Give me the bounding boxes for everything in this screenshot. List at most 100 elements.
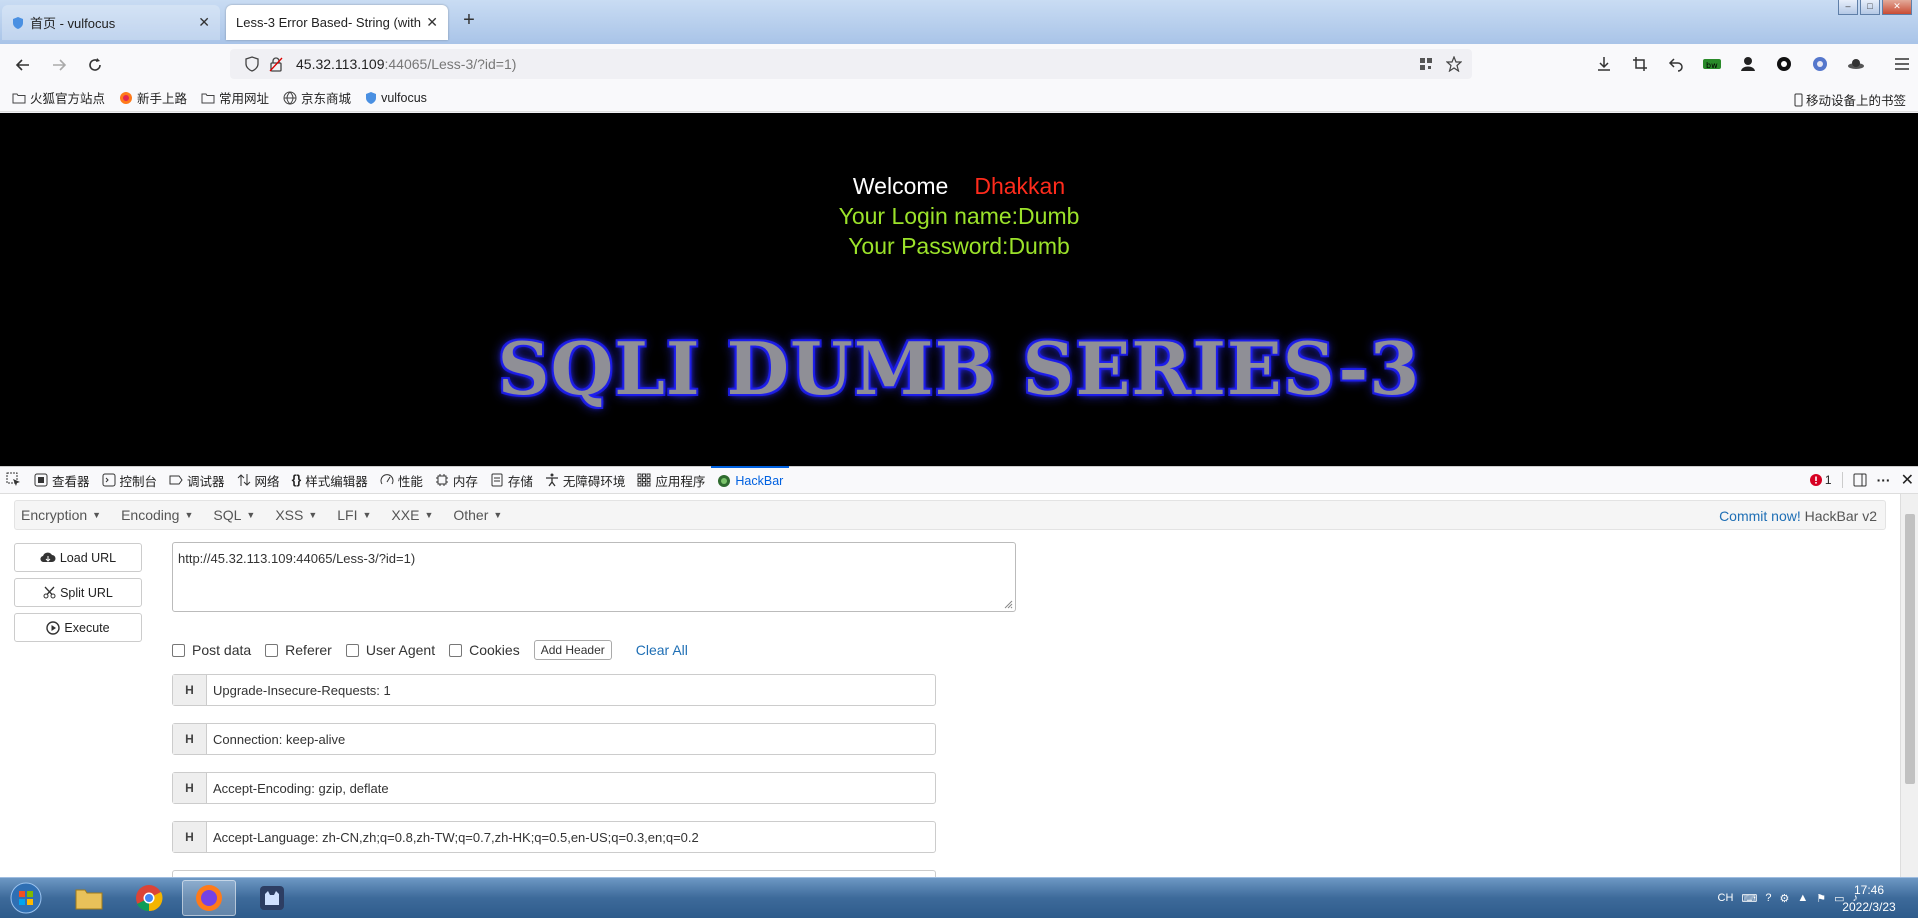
user-agent-checkbox[interactable] — [345, 643, 359, 657]
hackbar-scrollbar[interactable] — [1900, 494, 1918, 877]
extension-circle-icon[interactable] — [1772, 52, 1796, 76]
start-button[interactable] — [4, 880, 48, 916]
close-devtools-icon[interactable]: ✕ — [1901, 470, 1914, 490]
dock-side-icon[interactable] — [1853, 473, 1867, 487]
cookies-option[interactable]: Cookies — [449, 642, 520, 658]
devtools-tab-accessibility[interactable]: 无障碍环境 — [539, 466, 632, 494]
screenshot-crop-icon[interactable] — [1628, 52, 1652, 76]
tracking-shield-icon[interactable] — [240, 52, 264, 76]
header-value[interactable]: Connection: keep-alive — [207, 732, 345, 747]
menu-hamburger-icon[interactable] — [1890, 52, 1914, 76]
cookies-checkbox[interactable] — [449, 643, 463, 657]
post-data-option[interactable]: Post data — [172, 642, 251, 658]
tab-less3[interactable]: Less-3 Error Based- String (with T ✕ — [226, 5, 448, 40]
devtools-tab-hackbar[interactable]: HackBar — [711, 466, 790, 494]
new-tab-button[interactable]: + — [458, 10, 480, 32]
menu-xxe[interactable]: XXE ▼ — [391, 507, 433, 523]
forward-button[interactable] — [47, 53, 71, 77]
element-picker-button[interactable] — [0, 466, 28, 494]
post-data-checkbox[interactable] — [172, 643, 185, 657]
referer-option[interactable]: Referer — [265, 642, 332, 658]
extension-bw-icon[interactable]: bw — [1700, 52, 1724, 76]
firefox-icon — [196, 885, 222, 911]
tab-vulfocus[interactable]: 首页 - vulfocus ✕ — [2, 5, 220, 40]
header-row[interactable]: H Upgrade-Insecure-Requests: 1 — [172, 674, 936, 706]
taskbar-explorer[interactable] — [62, 880, 116, 916]
bookmark-star-icon[interactable] — [1442, 52, 1466, 76]
reload-button[interactable] — [83, 53, 107, 77]
flag-icon[interactable]: ⚑ — [1816, 892, 1826, 905]
hackbar-url-textarea[interactable]: http://45.32.113.109:44065/Less-3/?id=1) — [172, 542, 1016, 612]
user-agent-option[interactable]: User Agent — [345, 642, 435, 658]
toolbar-icons: bw — [1592, 52, 1914, 76]
url-bar[interactable]: 45.32.113.109:44065/Less-3/?id=1) — [230, 49, 1472, 79]
resize-grip-icon[interactable] — [1003, 599, 1013, 609]
menu-sql[interactable]: SQL ▼ — [213, 507, 255, 523]
header-value[interactable]: Accept-Language: zh-CN,zh;q=0.8,zh-TW;q=… — [207, 830, 699, 845]
devtools-tab-application[interactable]: 应用程序 — [631, 466, 711, 494]
header-row[interactable]: H Accept-Encoding: gzip, deflate — [172, 772, 936, 804]
keyboard-icon[interactable]: ⌨ — [1741, 892, 1757, 905]
scrollbar-thumb[interactable] — [1905, 514, 1915, 784]
hackbar-options: Post data Referer User Agent Cookies Add… — [172, 638, 688, 662]
gauge-icon — [380, 473, 394, 487]
minimize-button[interactable]: – — [1838, 0, 1858, 15]
execute-button[interactable]: Execute — [14, 613, 142, 642]
bookmark-getting-started[interactable]: 新手上路 — [119, 88, 187, 107]
tray-language[interactable]: CH — [1718, 892, 1734, 904]
referer-checkbox[interactable] — [265, 643, 279, 657]
load-url-button[interactable]: Load URL — [14, 543, 142, 572]
menu-xss[interactable]: XSS ▼ — [275, 507, 317, 523]
devtools-tab-storage[interactable]: 存储 — [484, 466, 539, 494]
bookmark-jd[interactable]: 京东商城 — [283, 88, 351, 107]
devtools-tab-console[interactable]: 控制台 — [96, 466, 164, 494]
help-icon[interactable]: ? — [1765, 892, 1771, 904]
download-icon[interactable] — [1592, 52, 1616, 76]
devtools-tab-performance[interactable]: 性能 — [374, 466, 429, 494]
header-row[interactable]: H Connection: keep-alive — [172, 723, 936, 755]
show-hidden-icon[interactable]: ▲ — [1797, 892, 1808, 904]
hackbar-icon — [717, 474, 731, 488]
devtools-tab-memory[interactable]: 内存 — [429, 466, 484, 494]
back-button[interactable] — [11, 53, 35, 77]
header-value[interactable]: Accept-Encoding: gzip, deflate — [207, 781, 389, 796]
bookmarks-bar: 火狐官方站点 新手上路 常用网址 京东商城 vulfocus — [0, 84, 1918, 112]
extension-hacker-icon[interactable] — [1736, 52, 1760, 76]
insecure-lock-icon[interactable] — [264, 52, 288, 76]
more-options-icon[interactable]: ··· — [1877, 472, 1891, 488]
split-url-button[interactable]: Split URL — [14, 578, 142, 607]
bookmark-vulfocus[interactable]: vulfocus — [365, 91, 427, 105]
bookmark-common-sites[interactable]: 常用网址 — [201, 88, 269, 107]
devtools-tab-network[interactable]: 网络 — [231, 466, 286, 494]
folder-icon — [12, 92, 26, 104]
extension-globe-icon[interactable] — [1808, 52, 1832, 76]
bookmark-firefox-official[interactable]: 火狐官方站点 — [12, 88, 105, 107]
clear-all-link[interactable]: Clear All — [636, 642, 688, 658]
taskbar-app[interactable] — [245, 880, 299, 916]
svg-text:bw: bw — [1706, 61, 1718, 70]
qrcode-icon[interactable] — [1414, 52, 1438, 76]
devtools-tab-inspector[interactable]: 查看器 — [28, 466, 96, 494]
undo-icon[interactable] — [1664, 52, 1688, 76]
error-counter[interactable]: 1 — [1809, 473, 1832, 487]
menu-other[interactable]: Other ▼ — [453, 507, 502, 523]
close-window-button[interactable]: ✕ — [1882, 0, 1912, 15]
add-header-button[interactable]: Add Header — [533, 640, 612, 660]
extension-hat-icon[interactable] — [1844, 52, 1868, 76]
maximize-button[interactable]: □ — [1860, 0, 1880, 15]
mobile-bookmarks[interactable]: 移动设备上的书签 — [1794, 90, 1906, 109]
close-tab-icon[interactable]: ✕ — [426, 14, 438, 31]
header-row[interactable]: H Accept-Language: zh-CN,zh;q=0.8,zh-TW;q… — [172, 821, 936, 853]
close-tab-icon[interactable]: ✕ — [198, 14, 210, 31]
menu-encryption[interactable]: Encryption ▼ — [21, 507, 101, 523]
menu-encoding[interactable]: Encoding ▼ — [121, 507, 193, 523]
devtools-tab-debugger[interactable]: 调试器 — [163, 466, 231, 494]
commit-now-link[interactable]: Commit now! — [1719, 508, 1801, 524]
devtools-tab-style-editor[interactable]: {} 样式编辑器 — [286, 466, 374, 494]
taskbar-chrome[interactable] — [122, 880, 176, 916]
taskbar-firefox[interactable] — [182, 880, 236, 916]
clock[interactable]: 17:46 2022/3/23 — [1834, 882, 1904, 916]
header-value[interactable]: Upgrade-Insecure-Requests: 1 — [207, 683, 391, 698]
settings-icon[interactable]: ⚙ — [1779, 892, 1789, 905]
menu-lfi[interactable]: LFI ▼ — [337, 507, 371, 523]
